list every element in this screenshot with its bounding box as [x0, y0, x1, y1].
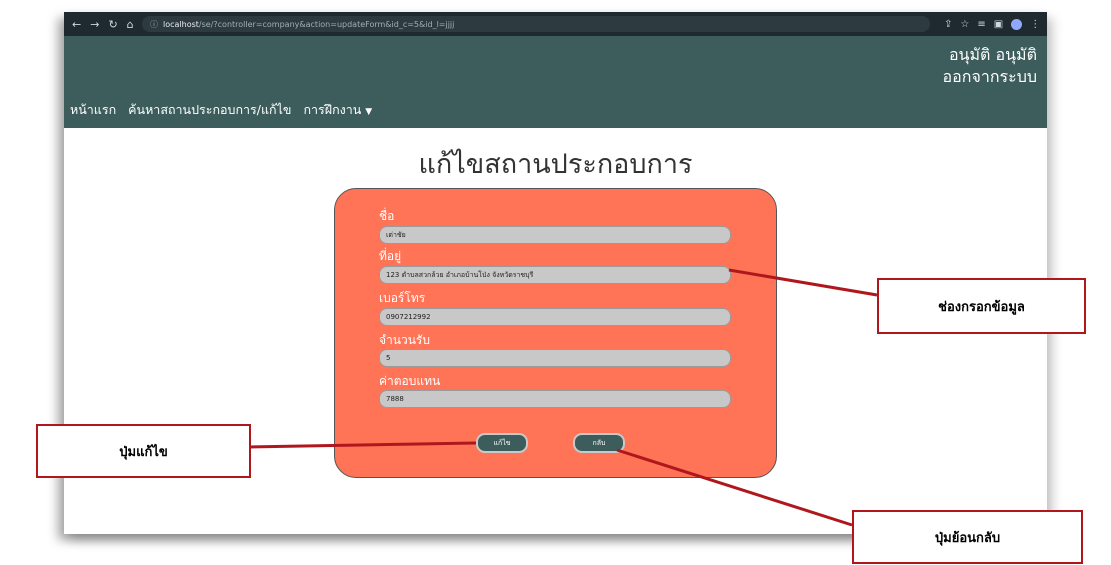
callout-back-button: ปุ่มย้อนกลับ: [852, 510, 1083, 564]
callout-input-fields: ช่องกรอกข้อมูล: [877, 278, 1086, 334]
edit-leader-line: [247, 441, 477, 449]
callout-edit-button: ปุ่มแก้ไข: [36, 424, 251, 478]
fields-leader-line: [728, 268, 878, 297]
back-leader-line: [616, 448, 853, 527]
